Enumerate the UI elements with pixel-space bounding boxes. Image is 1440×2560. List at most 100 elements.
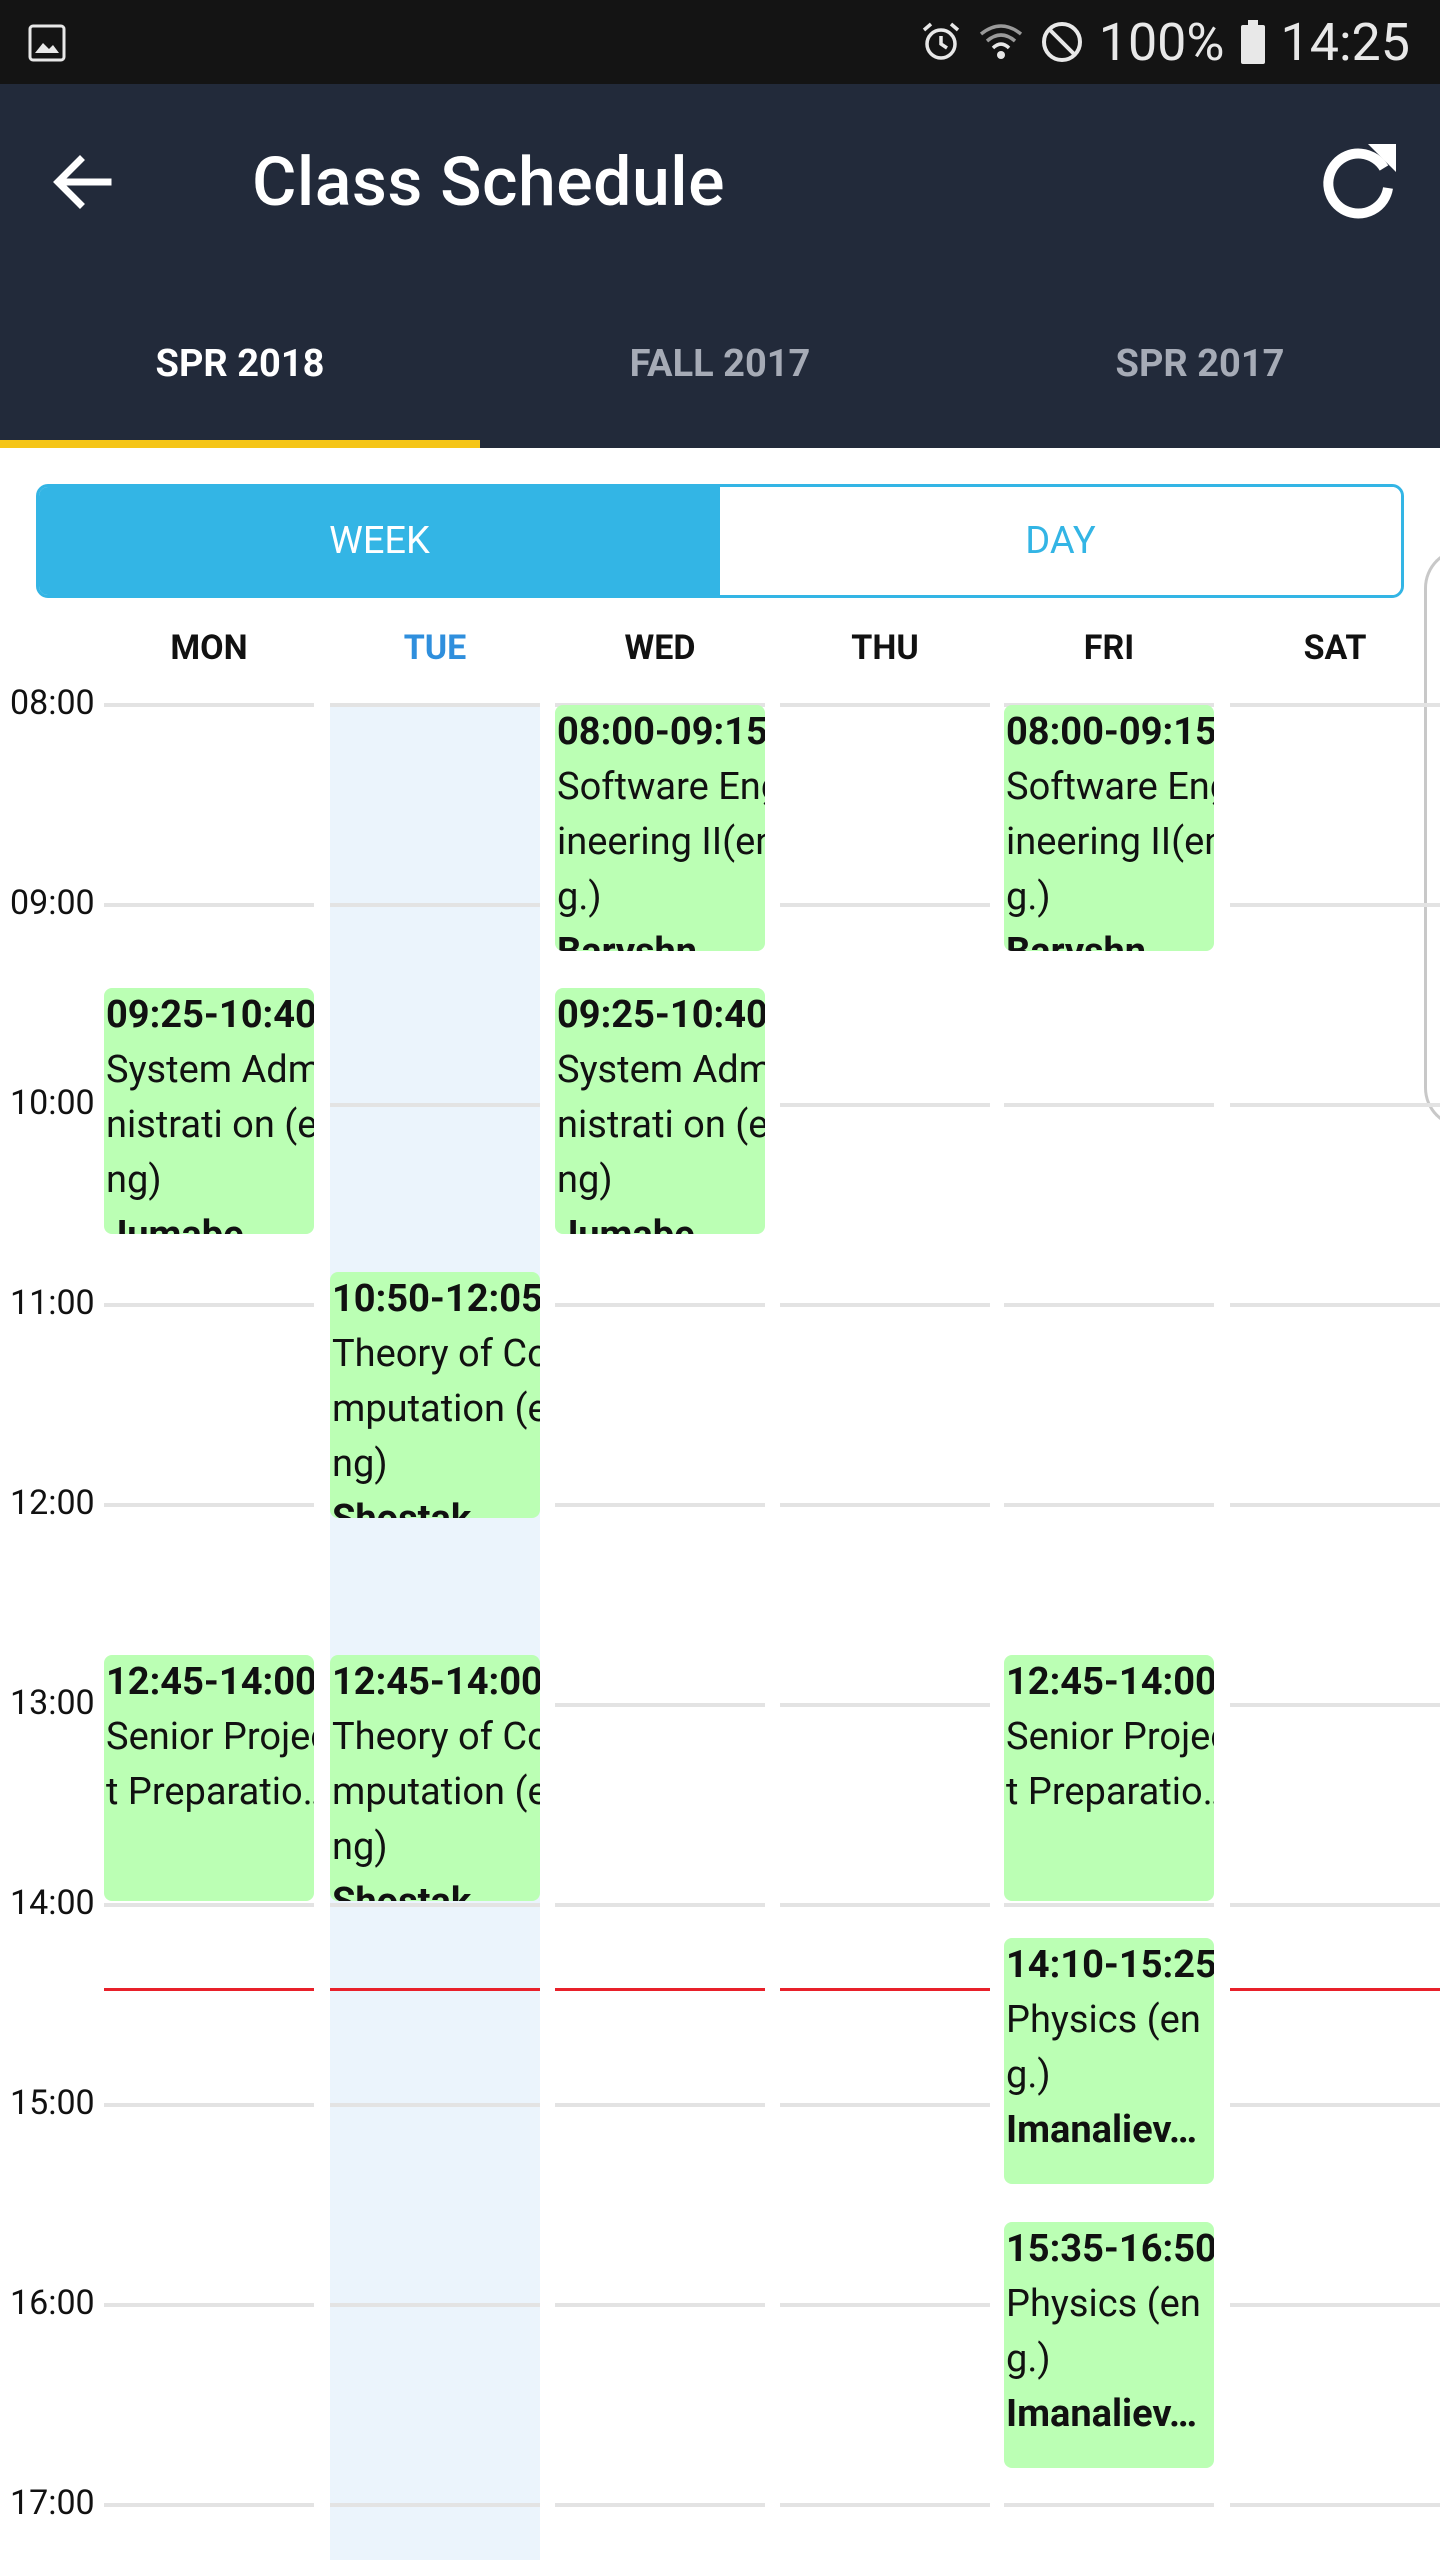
class-event[interactable]: 12:45-14:00 Senior Project Preparatio… — [1004, 1655, 1214, 1901]
event-time: 08:00-09:15 — [1006, 710, 1214, 754]
current-time-line — [104, 1988, 314, 1992]
hour-gridline — [1004, 1303, 1214, 1307]
day-header: MON TUE WED THU FRI SAT — [0, 628, 1440, 688]
hour-gridline — [1230, 1503, 1440, 1507]
current-time-line — [555, 1988, 765, 1992]
event-teacher: Imanaliev… — [1006, 2108, 1198, 2153]
hour-gridline — [555, 1503, 765, 1507]
event-content: 08:00-09:15 Software Engineering II(eng.)… — [557, 705, 765, 951]
tab-spr-2017[interactable]: SPR 2017 — [960, 280, 1440, 448]
hour-gridline — [1004, 1103, 1214, 1107]
hour-gridline — [780, 1303, 990, 1307]
event-teacher: Baryshn… — [557, 925, 765, 951]
arrow-back-icon[interactable] — [48, 146, 120, 218]
event-teacher: Imanaliev… — [1006, 2391, 1198, 2436]
day-label-fri: FRI — [1083, 628, 1135, 668]
class-event[interactable]: 15:35-16:50 Physics (eng.) Imanaliev… — [1004, 2221, 1214, 2468]
alarm-icon — [922, 22, 959, 60]
hour-label: 15:00 — [10, 2083, 95, 2123]
event-content: 12:45-14:00 Senior Project Preparatio… — [106, 1655, 314, 1820]
week-button[interactable]: WEEK — [39, 487, 720, 595]
semester-tabs: SPR 2018 FALL 2017 SPR 2017 — [0, 280, 1440, 448]
hour-gridline — [1230, 903, 1440, 907]
battery-icon — [1240, 20, 1265, 64]
event-teacher: Shostak… — [332, 1492, 540, 1518]
hour-gridline — [104, 2503, 314, 2507]
event-content: 10:50-12:05 Theory of Computation (eng) Sh… — [332, 1272, 540, 1518]
hour-gridline — [780, 2103, 990, 2107]
class-event[interactable]: 12:45-14:00 Theory of Computation (eng) Sh… — [330, 1655, 540, 1901]
event-content: 12:45-14:00 Senior Project Preparatio… — [1006, 1655, 1214, 1820]
hour-gridline — [330, 2503, 540, 2507]
day-label-sat: SAT — [1303, 628, 1367, 668]
status-time: 14:25 — [1280, 11, 1411, 73]
class-event[interactable]: 09:25-10:40 System Administrati on (eng) J… — [104, 988, 314, 1235]
event-teacher: Jumabe… — [557, 1208, 765, 1234]
hour-gridline — [780, 1103, 990, 1107]
class-event[interactable]: 14:10-15:25 Physics (eng.) Imanaliev… — [1004, 1938, 1214, 2185]
hour-label: 13:00 — [10, 1683, 95, 1723]
hour-gridline — [1230, 2103, 1440, 2107]
today-column-highlight — [330, 704, 540, 2560]
do-not-disturb-icon — [1041, 22, 1082, 62]
hour-label: 16:00 — [10, 2283, 95, 2323]
event-content: 12:45-14:00 Theory of Computation (eng) Sh… — [332, 1655, 540, 1901]
event-time: 14:10-15:25 — [1006, 1943, 1214, 1988]
hour-gridline — [780, 2503, 990, 2507]
event-time: 12:45-14:00 — [1006, 1660, 1214, 1704]
class-event[interactable]: 08:00-09:15 Software Engineering II(eng.)… — [1004, 705, 1214, 951]
event-teacher: Jumabe… — [106, 1208, 314, 1234]
hour-gridline — [330, 1103, 540, 1107]
event-teacher: Shostak… — [332, 1875, 540, 1901]
hour-gridline — [780, 1903, 990, 1907]
view-toggle: WEEK DAY — [36, 484, 1404, 598]
hour-gridline — [1230, 1303, 1440, 1307]
hour-gridline — [555, 1703, 765, 1707]
hour-label: 12:00 — [10, 1483, 95, 1523]
app-bar: Class Schedule — [0, 84, 1440, 280]
hour-label: 17:00 — [10, 2483, 95, 2523]
hour-gridline — [104, 1303, 314, 1307]
hour-gridline — [330, 2103, 540, 2107]
event-content: 09:25-10:40 System Administrati on (eng) J… — [106, 988, 314, 1234]
day-button[interactable]: DAY — [720, 487, 1401, 595]
class-event[interactable]: 09:25-10:40 System Administrati on (eng) J… — [555, 988, 765, 1235]
hour-label: 11:00 — [10, 1283, 95, 1323]
class-event[interactable]: 08:00-09:15 Software Engineering II(eng.)… — [555, 705, 765, 951]
event-title: Physics (eng.) — [1006, 1998, 1201, 2098]
event-time: 12:45-14:00 — [106, 1660, 314, 1704]
hour-gridline — [780, 903, 990, 907]
event-teacher: Baryshn… — [1006, 925, 1214, 951]
tab-fall-2017[interactable]: FALL 2017 — [480, 280, 960, 448]
day-label-thu: THU — [851, 628, 919, 668]
day-label-mon: MON — [170, 628, 248, 668]
hour-gridline — [330, 703, 540, 707]
refresh-icon[interactable] — [1314, 138, 1402, 226]
status-icons: 100% 14:25 — [919, 0, 1410, 84]
event-time: 09:25-10:40 — [106, 993, 314, 1038]
event-time: 08:00-09:15 — [557, 710, 765, 754]
event-title: Senior Project Preparatio… — [1006, 1715, 1214, 1814]
hour-gridline — [104, 1903, 314, 1907]
hour-gridline — [1004, 1903, 1214, 1907]
event-title: Software Engineering II(eng.) — [557, 765, 765, 919]
current-time-line — [780, 1988, 990, 1992]
hour-gridline — [330, 1903, 540, 1907]
hour-gridline — [555, 2303, 765, 2307]
event-title: System Administrati on (eng) — [557, 1048, 765, 1203]
event-time: 09:25-10:40 — [557, 993, 765, 1038]
hour-gridline — [104, 2103, 314, 2107]
event-content: 14:10-15:25 Physics (eng.) Imanaliev… — [1006, 1938, 1214, 2158]
class-event[interactable]: 10:50-12:05 Theory of Computation (eng) Sh… — [330, 1271, 540, 1518]
event-time: 10:50-12:05 — [332, 1276, 540, 1321]
day-label-wed: WED — [624, 628, 696, 668]
hour-gridline — [104, 903, 314, 907]
current-time-line — [1230, 1988, 1440, 1992]
current-time-line — [330, 1988, 540, 1992]
hour-label: 14:00 — [10, 1883, 95, 1923]
class-event[interactable]: 12:45-14:00 Senior Project Preparatio… — [104, 1655, 314, 1901]
event-time: 12:45-14:00 — [332, 1660, 540, 1704]
hour-gridline — [1230, 2503, 1440, 2507]
tab-spr-2018[interactable]: SPR 2018 — [0, 280, 480, 448]
event-title: Theory of Computation (eng) — [332, 1331, 540, 1486]
